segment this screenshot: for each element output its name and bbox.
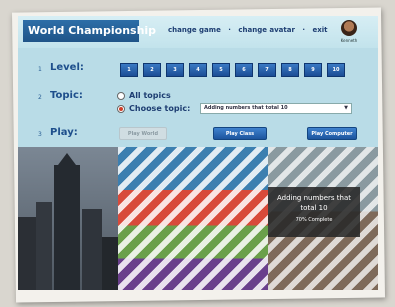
level-button-8[interactable]: 8 bbox=[281, 63, 299, 77]
chevron-down-icon: ▼ bbox=[344, 105, 348, 111]
level-button-7[interactable]: 7 bbox=[258, 63, 276, 77]
city-skyline-image bbox=[18, 147, 118, 290]
level-selector: 1 2 3 4 5 6 7 8 9 10 bbox=[120, 63, 345, 77]
change-avatar-link[interactable]: change avatar bbox=[238, 26, 295, 34]
topic-step-number: 2 bbox=[38, 94, 42, 101]
nav-separator: · bbox=[228, 26, 231, 34]
level-button-10[interactable]: 10 bbox=[327, 63, 345, 77]
level-step-number: 1 bbox=[38, 66, 42, 73]
choose-topic-label: Choose topic: bbox=[129, 104, 191, 113]
skyline-graphic bbox=[18, 153, 118, 290]
caption-title: Adding numbers that total 10 bbox=[276, 194, 351, 212]
play-world-button[interactable]: Play World bbox=[119, 127, 167, 140]
game-screen: World Championship change game · change … bbox=[18, 16, 378, 290]
level-label: Level: bbox=[50, 62, 84, 73]
app-title: World Championship bbox=[23, 20, 156, 42]
level-button-9[interactable]: 9 bbox=[304, 63, 322, 77]
all-topics-label: All topics bbox=[129, 91, 171, 100]
level-button-6[interactable]: 6 bbox=[235, 63, 253, 77]
activity-caption: Adding numbers that total 10 70% Complet… bbox=[268, 187, 360, 237]
level-button-3[interactable]: 3 bbox=[166, 63, 184, 77]
game-preview: Adding numbers that total 10 70% Complet… bbox=[18, 147, 378, 290]
play-label: Play: bbox=[50, 127, 78, 138]
topic-label: Topic: bbox=[50, 90, 83, 101]
topic-dropdown-value: Adding numbers that total 10 bbox=[204, 105, 288, 111]
level-button-4[interactable]: 4 bbox=[189, 63, 207, 77]
level-button-1[interactable]: 1 bbox=[120, 63, 138, 77]
top-nav: change game · change avatar · exit bbox=[168, 26, 333, 34]
caption-status: 70% Complete bbox=[295, 217, 333, 223]
avatar[interactable] bbox=[341, 20, 357, 36]
level-button-5[interactable]: 5 bbox=[212, 63, 230, 77]
header-bar: World Championship change game · change … bbox=[18, 16, 378, 48]
graffiti-image bbox=[118, 147, 268, 290]
avatar-label: Kenneth bbox=[340, 38, 358, 43]
level-button-2[interactable]: 2 bbox=[143, 63, 161, 77]
topic-dropdown[interactable]: Adding numbers that total 10 ▼ bbox=[200, 103, 352, 114]
play-step-number: 3 bbox=[38, 131, 42, 138]
change-game-link[interactable]: change game bbox=[168, 26, 221, 34]
play-class-button[interactable]: Play Class bbox=[213, 127, 267, 140]
nav-separator: · bbox=[302, 26, 306, 34]
all-topics-radio[interactable] bbox=[117, 92, 125, 100]
choose-topic-radio[interactable] bbox=[117, 105, 125, 113]
exit-link[interactable]: exit bbox=[312, 26, 327, 34]
play-computer-button[interactable]: Play Computer bbox=[307, 127, 357, 140]
